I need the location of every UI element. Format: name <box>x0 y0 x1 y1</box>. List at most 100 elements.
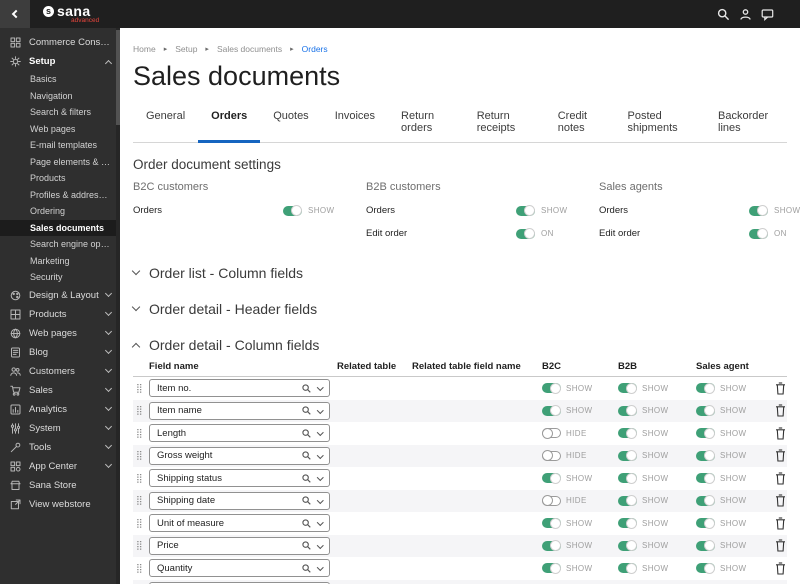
tab[interactable]: Invoices <box>322 106 388 143</box>
b2b-toggle[interactable] <box>618 450 637 462</box>
user-icon[interactable] <box>739 8 752 21</box>
sidebar-scrollbar[interactable] <box>116 28 120 584</box>
tab[interactable]: Credit notes <box>545 106 615 143</box>
tab[interactable]: Backorder lines <box>705 106 787 143</box>
b2b-toggle[interactable] <box>618 540 637 552</box>
tab[interactable]: Return receipts <box>464 106 545 143</box>
search-icon[interactable] <box>717 8 730 21</box>
delete-row-button[interactable] <box>775 427 786 440</box>
sidebar-item[interactable]: Search & filters <box>0 104 120 121</box>
breadcrumb-link[interactable]: Home <box>133 44 156 54</box>
sidebar-item[interactable]: Security <box>0 269 120 286</box>
delete-row-button[interactable] <box>775 472 786 485</box>
sales-agent-toggle[interactable] <box>696 517 715 529</box>
setting-toggle[interactable] <box>749 228 768 239</box>
b2c-toggle[interactable] <box>542 472 561 484</box>
drag-handle[interactable]: ⣿ <box>136 428 145 438</box>
sales-agent-toggle[interactable] <box>696 472 715 484</box>
sales-agent-toggle[interactable] <box>696 562 715 574</box>
sales-agent-toggle[interactable] <box>696 495 715 507</box>
field-name-combobox[interactable]: Quantity <box>149 559 330 578</box>
b2b-toggle[interactable] <box>618 405 637 417</box>
sidebar-item[interactable]: System <box>0 419 120 438</box>
sidebar-item[interactable]: Customers <box>0 362 120 381</box>
b2b-toggle[interactable] <box>618 382 637 394</box>
b2b-toggle[interactable] <box>618 517 637 529</box>
sidebar-item[interactable]: Basics <box>0 71 120 88</box>
b2b-toggle[interactable] <box>618 427 637 439</box>
field-name-combobox[interactable]: Unit of measure <box>149 514 330 533</box>
setting-toggle[interactable] <box>749 205 768 216</box>
drag-handle[interactable]: ⣿ <box>136 563 145 573</box>
b2c-toggle[interactable] <box>542 562 561 574</box>
drag-handle[interactable]: ⣿ <box>136 383 145 393</box>
delete-row-button[interactable] <box>775 494 786 507</box>
delete-row-button[interactable] <box>775 382 786 395</box>
tab[interactable]: Orders <box>198 106 261 143</box>
sidebar-item[interactable]: Analytics <box>0 400 120 419</box>
tab[interactable]: Posted shipments <box>615 106 706 143</box>
b2c-toggle[interactable] <box>542 540 561 552</box>
b2c-toggle[interactable] <box>542 427 561 439</box>
b2b-toggle[interactable] <box>618 562 637 574</box>
sidebar-item[interactable]: Sales <box>0 381 120 400</box>
sidebar-item[interactable]: Setup <box>0 52 120 71</box>
b2c-toggle[interactable] <box>542 495 561 507</box>
tab[interactable]: Quotes <box>260 106 321 143</box>
drag-handle[interactable]: ⣿ <box>136 518 145 528</box>
sales-agent-toggle[interactable] <box>696 450 715 462</box>
field-name-combobox[interactable]: Length <box>149 424 330 443</box>
field-name-combobox[interactable]: Gross weight <box>149 446 330 465</box>
sales-agent-toggle[interactable] <box>696 382 715 394</box>
b2c-toggle[interactable] <box>542 405 561 417</box>
drag-handle[interactable]: ⣿ <box>136 541 145 550</box>
sidebar-item[interactable]: Search engine optimization <box>0 236 120 253</box>
b2c-toggle[interactable] <box>542 450 561 462</box>
delete-row-button[interactable] <box>775 539 786 552</box>
breadcrumb-link[interactable]: Sales documents <box>217 44 282 54</box>
sidebar-item[interactable]: Profiles & addresses <box>0 187 120 204</box>
drag-handle[interactable]: ⣿ <box>136 496 145 505</box>
sidebar-item[interactable]: Commerce Console <box>0 33 120 52</box>
sales-agent-toggle[interactable] <box>696 405 715 417</box>
delete-row-button[interactable] <box>775 517 786 530</box>
field-name-combobox[interactable]: Item no. <box>149 379 330 398</box>
field-name-combobox[interactable]: Shipping status <box>149 469 330 488</box>
drag-handle[interactable]: ⣿ <box>136 406 145 415</box>
section-toggle[interactable]: Order detail - Header fields <box>131 301 787 317</box>
b2b-toggle[interactable] <box>618 472 637 484</box>
sidebar-item[interactable]: Sana Store <box>0 476 120 495</box>
delete-row-button[interactable] <box>775 404 786 417</box>
sidebar-item[interactable]: Products <box>0 170 120 187</box>
delete-row-button[interactable] <box>775 449 786 462</box>
sidebar-item[interactable]: App Center <box>0 457 120 476</box>
sidebar-item[interactable]: View webstore <box>0 495 120 514</box>
sidebar-item[interactable]: Marketing <box>0 253 120 270</box>
setting-toggle[interactable] <box>516 205 535 216</box>
drag-handle[interactable]: ⣿ <box>136 451 145 460</box>
sidebar-item[interactable]: Sales documents <box>0 219 120 236</box>
drag-handle[interactable]: ⣿ <box>136 473 145 483</box>
sales-agent-toggle[interactable] <box>696 427 715 439</box>
sidebar-item[interactable]: E-mail templates <box>0 137 120 154</box>
b2b-toggle[interactable] <box>618 495 637 507</box>
sidebar-item[interactable]: Design & Layout <box>0 286 120 305</box>
section-toggle[interactable]: Order detail - Column fields <box>131 337 787 353</box>
tab[interactable]: General <box>133 106 198 143</box>
sidebar-item[interactable]: Tools <box>0 438 120 457</box>
sidebar-collapse-button[interactable] <box>0 0 30 28</box>
sidebar-item[interactable]: Ordering <box>0 203 120 220</box>
setting-toggle[interactable] <box>283 205 302 216</box>
tab[interactable]: Return orders <box>388 106 464 143</box>
section-toggle[interactable]: Order list - Column fields <box>131 265 787 281</box>
setting-toggle[interactable] <box>516 228 535 239</box>
sales-agent-toggle[interactable] <box>696 540 715 552</box>
delete-row-button[interactable] <box>775 562 786 575</box>
sidebar-item[interactable]: Navigation <box>0 88 120 105</box>
sidebar-item[interactable]: Products <box>0 305 120 324</box>
field-name-combobox[interactable]: Shipping date <box>149 491 330 510</box>
b2c-toggle[interactable] <box>542 382 561 394</box>
sidebar-item[interactable]: Web pages <box>0 121 120 138</box>
sidebar-item[interactable]: Page elements & messages <box>0 154 120 171</box>
field-name-combobox[interactable]: Item name <box>149 401 330 420</box>
